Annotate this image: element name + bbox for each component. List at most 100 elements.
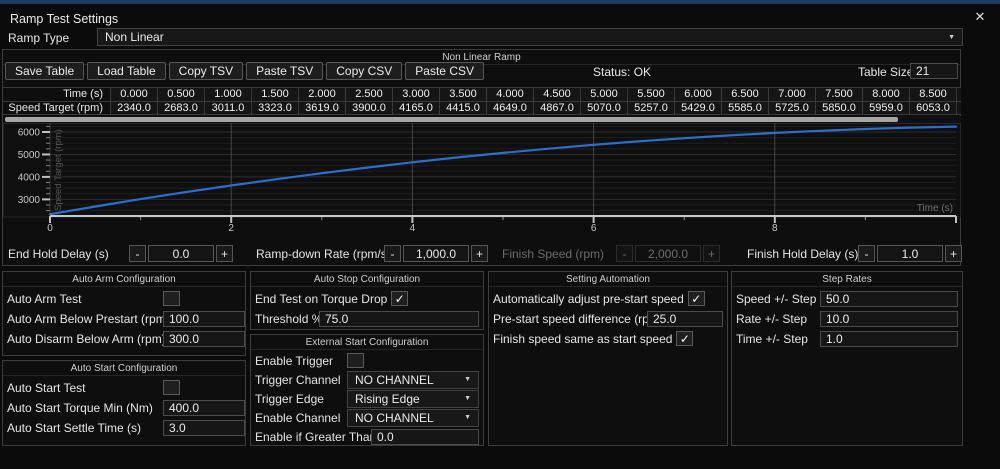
auto-stop-panel: Auto Stop Configuration End Test on Torq… xyxy=(250,271,484,330)
time-cell[interactable]: 6.000 xyxy=(674,88,721,101)
time-cell[interactable]: 3.500 xyxy=(439,88,486,101)
finish-speed-label: Finish Speed (rpm) xyxy=(502,247,604,261)
enable-trigger-checkbox[interactable] xyxy=(347,353,364,368)
auto-start-settle-time-input[interactable]: 3.0 xyxy=(163,420,245,436)
paste-tsv-button[interactable]: Paste TSV xyxy=(246,62,323,80)
auto-start-torque-min-input[interactable]: 400.0 xyxy=(163,400,245,416)
time-row-header: Time (s) xyxy=(3,88,110,101)
minus-button[interactable]: - xyxy=(858,245,875,262)
threshold-input[interactable]: 75.0 xyxy=(319,311,479,327)
row-label: Enable Channel xyxy=(255,411,343,425)
row-label: Automatically adjust pre-start speed xyxy=(493,292,684,306)
speed-cell[interactable]: 5257.0 xyxy=(627,102,674,115)
plus-button[interactable]: + xyxy=(471,245,488,262)
time-row: Time (s) 0.0000.5001.0001.5002.0002.5003… xyxy=(3,88,961,102)
speed-cell[interactable]: 3323.0 xyxy=(251,102,298,115)
speed-cell[interactable]: 5959.0 xyxy=(862,102,909,115)
finish-hold-delay-value[interactable]: 1.0 xyxy=(877,245,943,262)
table-scrollbar-thumb[interactable] xyxy=(5,117,898,122)
row-label: Enable Trigger xyxy=(255,354,343,368)
speed-cell[interactable]: 2340.0 xyxy=(110,102,157,115)
time-cell[interactable]: 7.500 xyxy=(815,88,862,101)
copy-csv-button[interactable]: Copy CSV xyxy=(326,62,402,80)
speed-cell[interactable]: 6053.0 xyxy=(909,102,956,115)
time-cell[interactable]: 9.000 xyxy=(956,88,961,101)
y-axis-label: Speed Target (rpm) xyxy=(53,129,64,211)
rate-step-input[interactable]: 10.0 xyxy=(820,311,958,327)
minus-button[interactable]: - xyxy=(384,245,401,262)
time-step-input[interactable]: 1.0 xyxy=(820,331,958,347)
speed-cell[interactable]: 5725.0 xyxy=(768,102,815,115)
table-size-input[interactable]: 21 xyxy=(910,63,958,79)
time-step-row: Time +/- Step 1.0 xyxy=(736,330,958,347)
ramp-down-rate-value[interactable]: 1,000.0 xyxy=(403,245,469,262)
row-label: Time +/- Step xyxy=(736,332,816,346)
speed-cell[interactable]: 4415.0 xyxy=(439,102,486,115)
speed-cell[interactable]: 4649.0 xyxy=(486,102,533,115)
speed-cell[interactable]: 6131.0 xyxy=(956,102,961,115)
row-label: Auto Start Test xyxy=(7,381,159,395)
load-table-button[interactable]: Load Table xyxy=(87,62,166,80)
speed-cell[interactable]: 2683.0 xyxy=(157,102,204,115)
speed-cell[interactable]: 3900.0 xyxy=(345,102,392,115)
plus-button[interactable]: + xyxy=(216,245,233,262)
finish-speed-same-checkbox[interactable]: ✓ xyxy=(676,331,693,346)
save-table-button[interactable]: Save Table xyxy=(5,62,84,80)
ramp-table: Time (s) 0.0000.5001.0001.5002.0002.5003… xyxy=(3,87,961,115)
auto-arm-below-prestart-input[interactable]: 100.0 xyxy=(163,311,245,327)
auto-arm-test-checkbox[interactable] xyxy=(163,291,180,306)
auto-start-test-checkbox[interactable] xyxy=(163,380,180,395)
time-cell[interactable]: 0.500 xyxy=(157,88,204,101)
row-label: Pre-start speed difference (rpm) xyxy=(493,312,643,326)
time-cell[interactable]: 2.500 xyxy=(345,88,392,101)
prestart-speed-difference-input[interactable]: 25.0 xyxy=(647,311,723,327)
speed-cell[interactable]: 5850.0 xyxy=(815,102,862,115)
ramp-type-dropdown[interactable]: Non Linear ▼ xyxy=(97,28,963,46)
speed-cell[interactable]: 5585.0 xyxy=(721,102,768,115)
auto-adjust-prestart-checkbox[interactable]: ✓ xyxy=(688,291,705,306)
enable-channel-dropdown[interactable]: NO CHANNEL ▼ xyxy=(347,409,479,427)
time-cell[interactable]: 5.000 xyxy=(580,88,627,101)
auto-disarm-below-arm-input[interactable]: 300.0 xyxy=(163,331,245,347)
end-test-on-torque-drop-checkbox[interactable]: ✓ xyxy=(391,291,408,306)
time-cell[interactable]: 0.000 xyxy=(110,88,157,101)
end-hold-delay-value[interactable]: 0.0 xyxy=(148,245,214,262)
speed-cell[interactable]: 3011.0 xyxy=(204,102,251,115)
speed-step-input[interactable]: 50.0 xyxy=(820,291,958,307)
close-icon[interactable]: ✕ xyxy=(970,8,990,26)
row-label: Trigger Channel xyxy=(255,373,343,387)
time-cell[interactable]: 1.000 xyxy=(204,88,251,101)
prestart-speed-difference-row: Pre-start speed difference (rpm) 25.0 xyxy=(493,310,723,327)
copy-tsv-button[interactable]: Copy TSV xyxy=(169,62,243,80)
speed-cell[interactable]: 5070.0 xyxy=(580,102,627,115)
paste-csv-button[interactable]: Paste CSV xyxy=(405,62,484,80)
speed-cell[interactable]: 4867.0 xyxy=(533,102,580,115)
ramp-type-value: Non Linear xyxy=(105,30,164,44)
time-cell[interactable]: 8.000 xyxy=(862,88,909,101)
time-cell[interactable]: 7.000 xyxy=(768,88,815,101)
threshold-row: Threshold % 75.0 xyxy=(255,310,479,327)
enable-if-greater-input[interactable]: 0.0 xyxy=(371,429,479,445)
time-cell[interactable]: 8.500 xyxy=(909,88,956,101)
trigger-edge-dropdown[interactable]: Rising Edge ▼ xyxy=(347,390,479,408)
time-cell[interactable]: 3.000 xyxy=(392,88,439,101)
table-scrollbar-track[interactable] xyxy=(3,116,961,123)
time-cell[interactable]: 4.000 xyxy=(486,88,533,101)
time-cell[interactable]: 5.500 xyxy=(627,88,674,101)
time-cell[interactable]: 2.000 xyxy=(298,88,345,101)
chevron-down-icon: ▼ xyxy=(464,414,471,421)
x-axis-label: Time (s) xyxy=(917,203,953,214)
trigger-channel-dropdown[interactable]: NO CHANNEL ▼ xyxy=(347,371,479,389)
speed-cell[interactable]: 4165.0 xyxy=(392,102,439,115)
finish-speed-same-row: Finish speed same as start speed ✓ xyxy=(493,330,723,347)
minus-button[interactable]: - xyxy=(129,245,146,262)
speed-cell[interactable]: 5429.0 xyxy=(674,102,721,115)
auto-start-settle-time-row: Auto Start Settle Time (s) 3.0 xyxy=(7,419,241,436)
plus-button[interactable]: + xyxy=(945,245,962,262)
time-cell[interactable]: 1.500 xyxy=(251,88,298,101)
time-cell[interactable]: 4.500 xyxy=(533,88,580,101)
time-cell[interactable]: 6.500 xyxy=(721,88,768,101)
speed-cell[interactable]: 3619.0 xyxy=(298,102,345,115)
check-icon: ✓ xyxy=(680,332,690,346)
svg-text:2: 2 xyxy=(228,223,234,233)
